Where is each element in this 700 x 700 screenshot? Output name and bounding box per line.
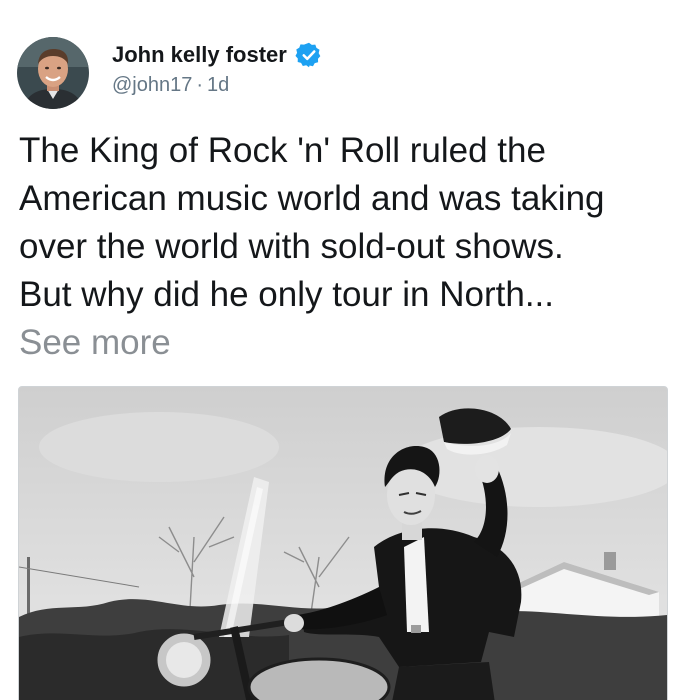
tweet-timestamp[interactable]: 1d <box>207 74 229 96</box>
tweet-text: The King of Rock 'n' Roll ruled the Amer… <box>19 131 605 314</box>
tweet-card: John kelly foster @john17 · 1d The King of… <box>0 0 700 700</box>
author-block: John kelly foster @john17 · 1d <box>112 41 323 97</box>
see-more-link[interactable]: See more <box>19 319 684 367</box>
photo-man-on-motorcycle-icon <box>19 387 667 700</box>
avatar[interactable] <box>17 37 89 109</box>
person-avatar-icon <box>17 37 89 109</box>
tweet-media[interactable] <box>18 386 668 700</box>
author-handle[interactable]: @john17 <box>112 74 192 96</box>
author-display-name[interactable]: John kelly foster <box>112 42 287 68</box>
name-row: John kelly foster <box>112 41 323 69</box>
tweet-body: The King of Rock 'n' Roll ruled the Amer… <box>19 127 684 367</box>
tweet-header: John kelly foster @john17 · 1d <box>17 37 323 109</box>
author-meta: @john17 · 1d <box>112 74 323 97</box>
meta-separator: · <box>196 74 204 96</box>
verified-badge-icon <box>295 42 321 68</box>
